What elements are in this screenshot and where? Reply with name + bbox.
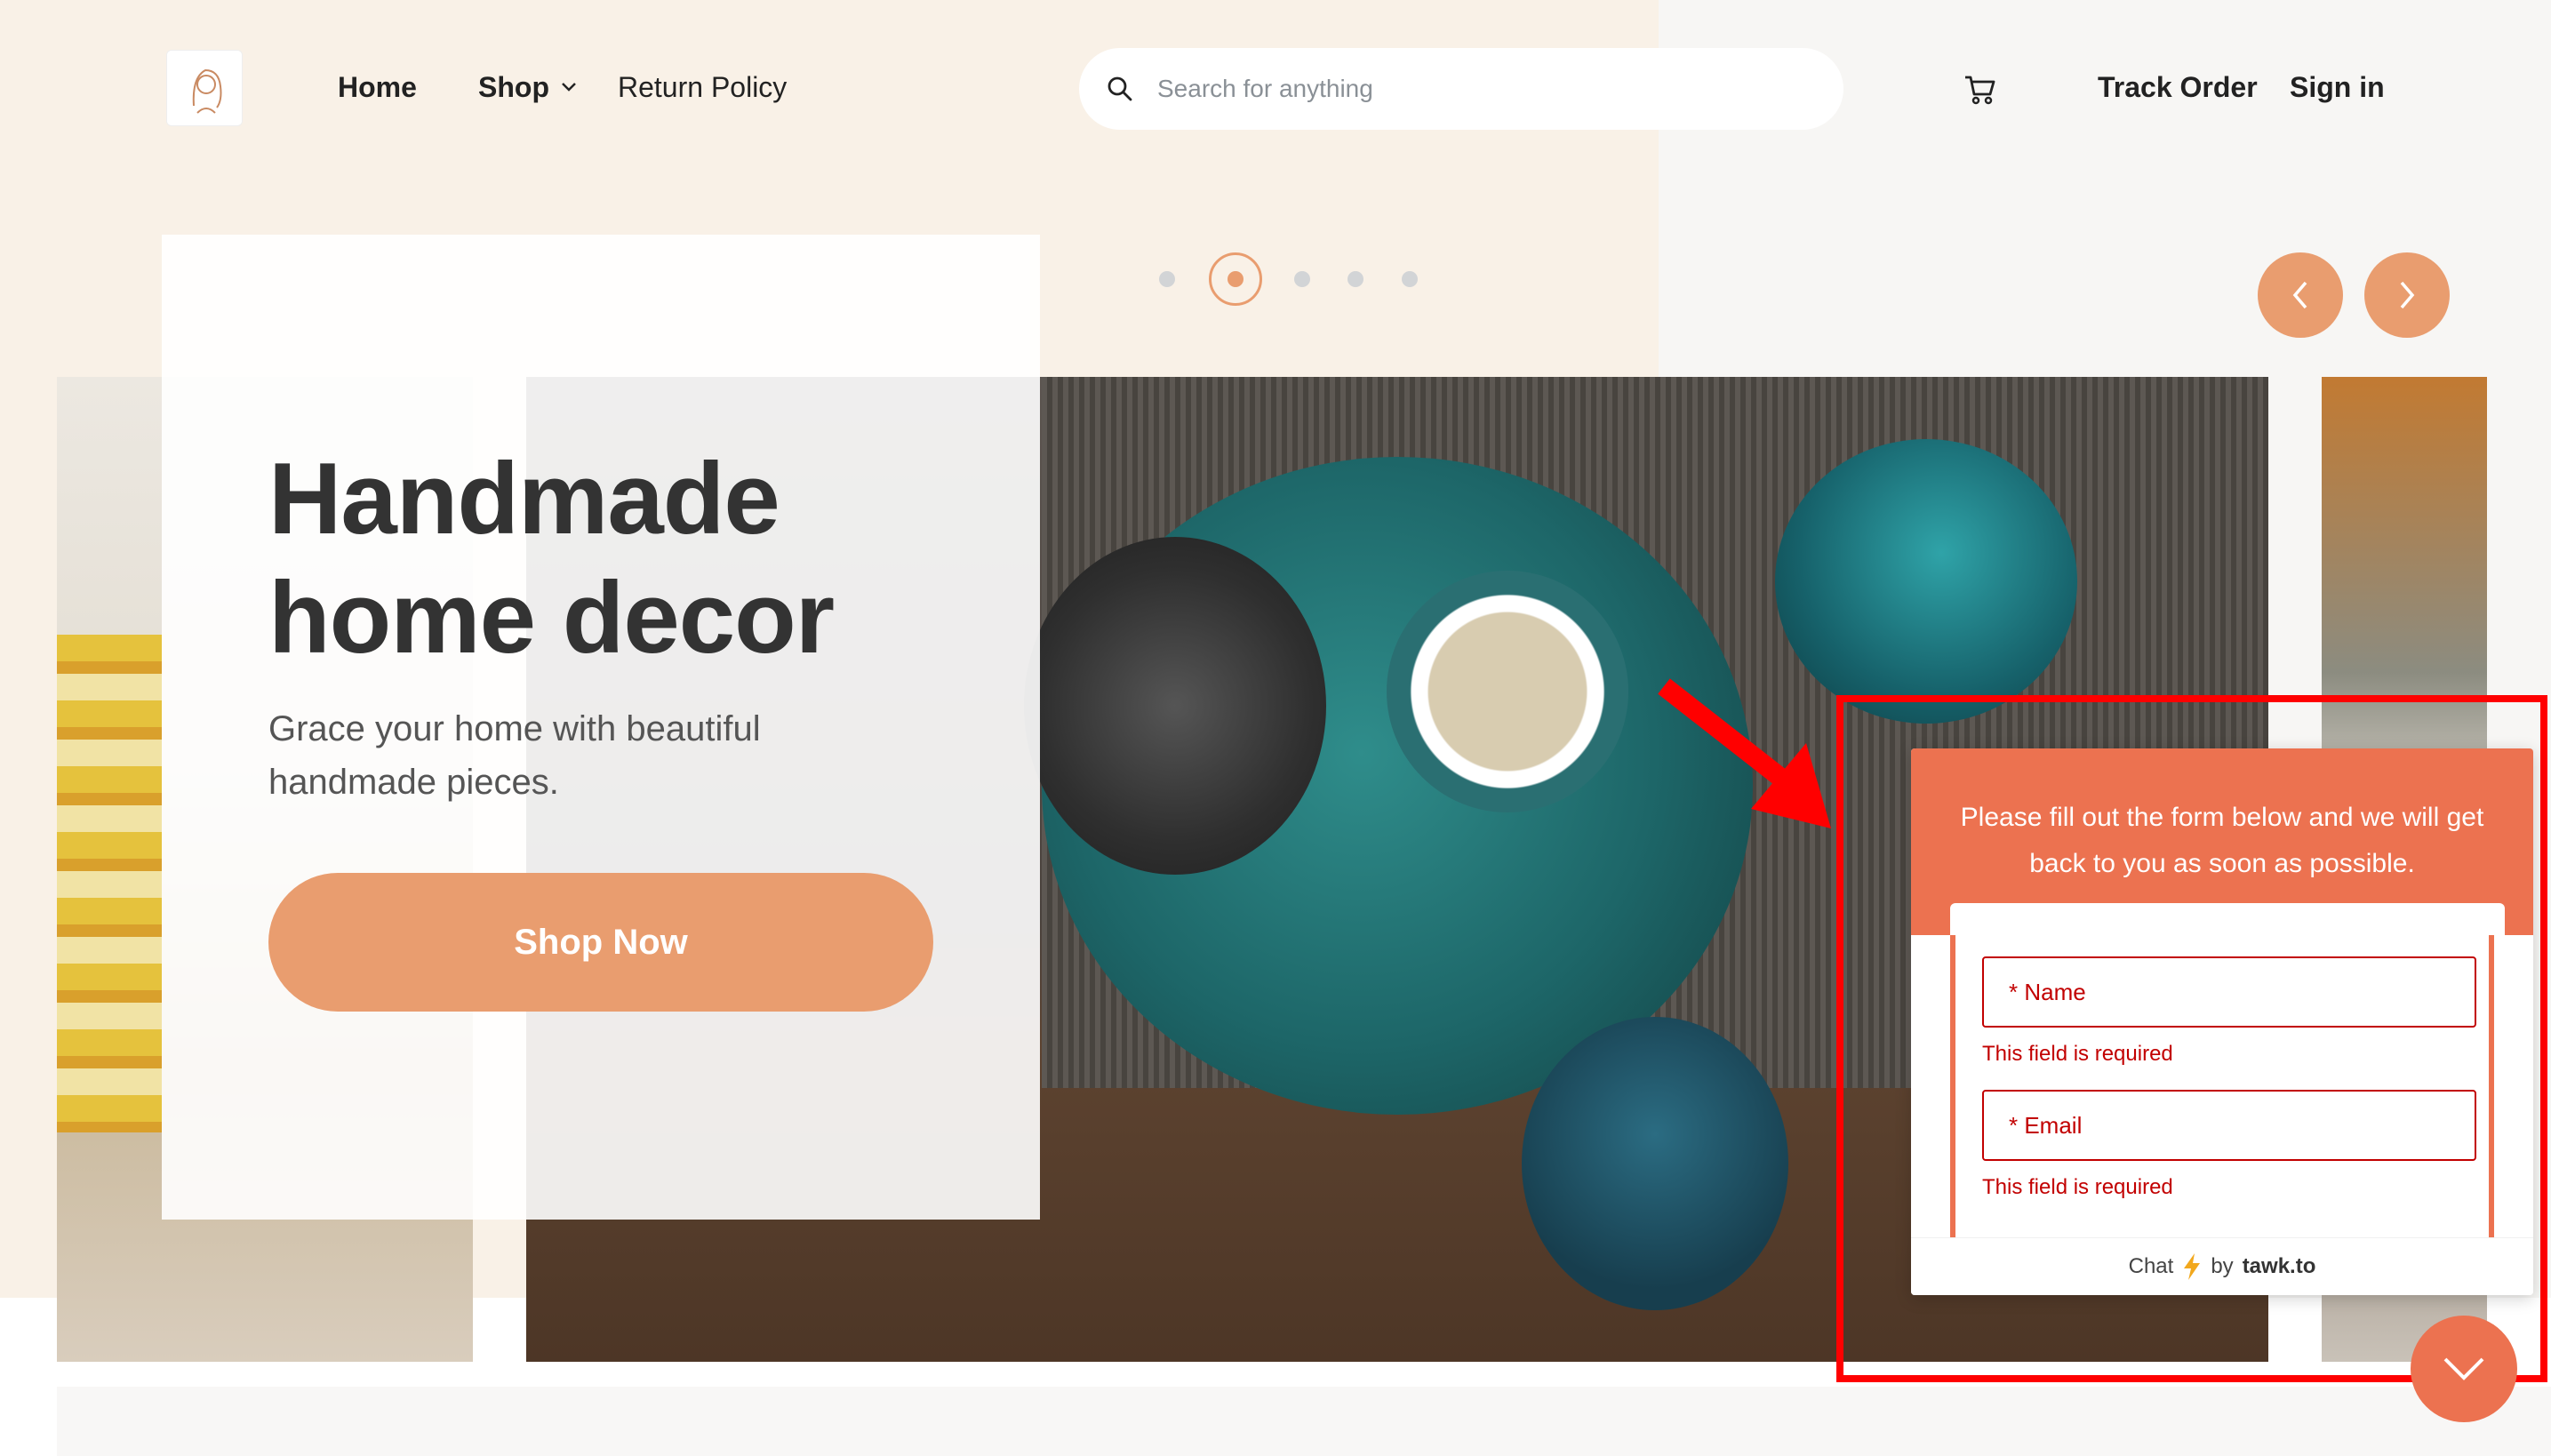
nav-shop-label: Shop: [478, 71, 549, 103]
search-icon: [1108, 76, 1132, 101]
nav-return-policy[interactable]: Return Policy: [618, 69, 787, 105]
search-bar[interactable]: [1079, 48, 1843, 130]
nav-sign-in[interactable]: Sign in: [2290, 69, 2385, 105]
carousel-dot-2-active[interactable]: [1209, 252, 1262, 306]
carousel-next-button[interactable]: [2364, 252, 2450, 338]
chat-footer[interactable]: Chat by tawk.to: [1911, 1237, 2533, 1295]
nav-shop[interactable]: Shop: [478, 69, 578, 105]
chevron-left-icon: [2292, 281, 2307, 309]
nav-home[interactable]: Home: [338, 69, 417, 105]
hero-title: Handmade home decor: [268, 443, 835, 675]
chat-footer-by: by: [2211, 1254, 2234, 1278]
chat-minimize-button[interactable]: [2411, 1316, 2517, 1422]
cart-icon[interactable]: [1963, 71, 1998, 107]
email-field[interactable]: * Email: [1982, 1090, 2476, 1161]
content-strip: [57, 1387, 2551, 1456]
chevron-down-icon: [2443, 1357, 2484, 1380]
brand-logo-icon[interactable]: [166, 50, 243, 126]
name-field-error: This field is required: [1982, 1042, 2173, 1066]
shop-now-button[interactable]: Shop Now: [268, 873, 933, 1012]
nav-track-order[interactable]: Track Order: [2098, 69, 2258, 105]
chevron-right-icon: [2400, 281, 2415, 309]
tawk-brand: tawk.to: [2242, 1254, 2316, 1278]
annotation-arrow-icon: [1658, 678, 1831, 828]
lightning-icon: [2184, 1253, 2201, 1280]
search-input[interactable]: [1157, 75, 1797, 103]
chevron-down-icon: [562, 83, 576, 92]
chat-widget: Please fill out the form below and we wi…: [1911, 748, 2533, 1295]
chat-footer-label: Chat: [2128, 1254, 2174, 1278]
name-field[interactable]: * Name: [1982, 956, 2476, 1028]
carousel-prev-button[interactable]: [2258, 252, 2343, 338]
email-field-error: This field is required: [1982, 1175, 2173, 1199]
hero-subtitle: Grace your home with beautiful handmade …: [268, 709, 761, 802]
carousel-dot-5[interactable]: [1402, 271, 1418, 287]
carousel-dot-3[interactable]: [1294, 271, 1310, 287]
carousel-dot-1[interactable]: [1159, 271, 1175, 287]
carousel-dot-4[interactable]: [1347, 271, 1363, 287]
chat-form: * Name This field is required * Email Th…: [1950, 903, 2505, 1237]
